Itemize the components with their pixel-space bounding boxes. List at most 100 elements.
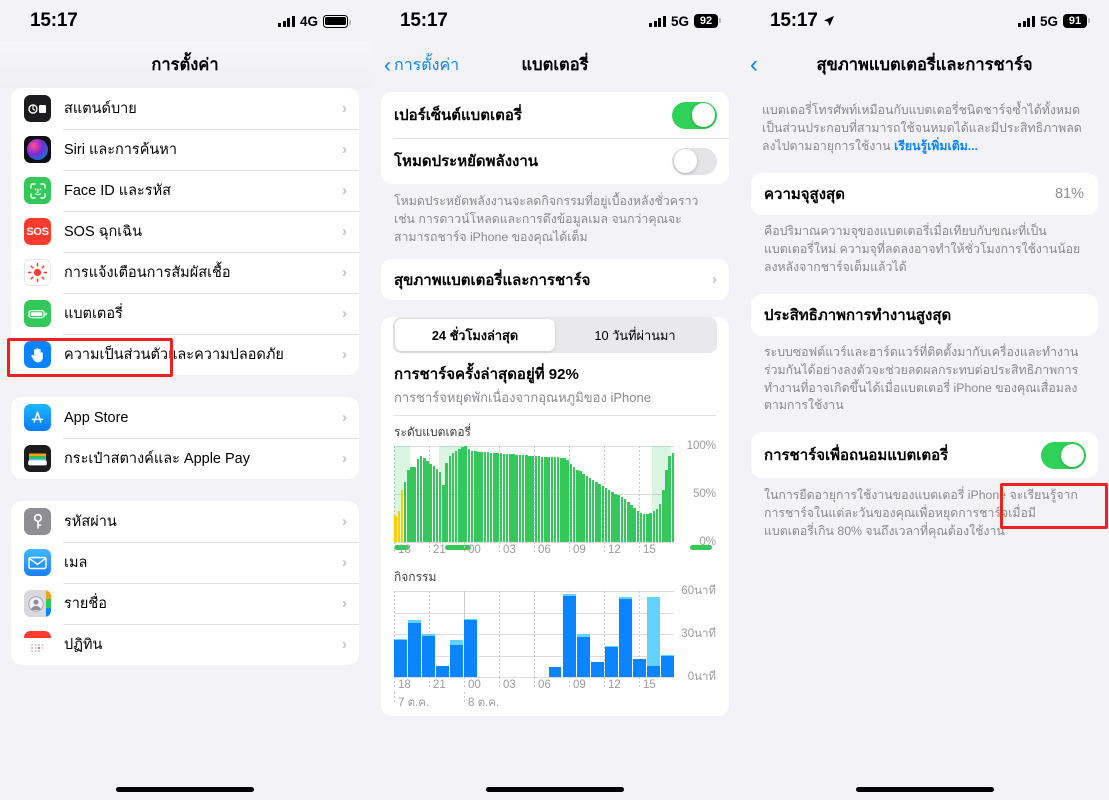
sidebar-item-label: App Store bbox=[64, 409, 129, 426]
network-type-label: 5G bbox=[670, 13, 689, 29]
sidebar-item-app-store[interactable]: App Store › bbox=[11, 397, 359, 438]
battery-level-bar bbox=[534, 456, 538, 543]
battery-health-card: สุขภาพแบตเตอรี่และการชาร์จ › bbox=[381, 259, 729, 301]
status-bar-1: 15:17 4G bbox=[0, 0, 370, 42]
battery-level-bar bbox=[400, 489, 404, 543]
peak-performance-card: ประสิทธิภาพการทำงานสูงสุด bbox=[751, 293, 1098, 336]
x-tick-label: 15 bbox=[643, 544, 656, 557]
activity-bar bbox=[605, 645, 618, 678]
battery-percentage-label: เปอร์เซ็นต์แบตเตอรี่ bbox=[394, 107, 522, 124]
back-button[interactable]: ‹ การตั้งค่า bbox=[384, 53, 459, 78]
x-tick bbox=[464, 542, 465, 554]
battery-level-bar bbox=[585, 476, 589, 543]
battery-percent-badge: 91 bbox=[1063, 14, 1090, 28]
x-tick-label: 15 bbox=[643, 679, 656, 692]
low-power-mode-footnote: โหมดประหยัดพลังงานจะลดกิจกรรมที่อยู่เบื้… bbox=[394, 194, 699, 244]
low-power-mode-label: โหมดประหยัดพลังงาน bbox=[394, 153, 539, 170]
sidebar-item-sos[interactable]: SOS SOS ฉุกเฉิน › bbox=[11, 211, 359, 252]
low-power-mode-row[interactable]: โหมดประหยัดพลังงาน bbox=[381, 138, 729, 184]
x-tick bbox=[499, 542, 500, 554]
last-charge-title: การชาร์จครั้งล่าสุดอยู่ที่ 92% bbox=[394, 366, 579, 384]
battery-percentage-row[interactable]: เปอร์เซ็นต์แบตเตอรี่ bbox=[381, 92, 729, 138]
sidebar-item-standby[interactable]: สแตนด์บาย › bbox=[11, 88, 359, 129]
battery-level-bar bbox=[474, 451, 477, 543]
sidebar-item-privacy[interactable]: ความเป็นส่วนตัวและความปลอดภัย › bbox=[11, 334, 359, 375]
maximum-capacity-footnote: คือปริมาณความจุของแบตเตอรี่เมื่อเทียบกับ… bbox=[764, 224, 1081, 275]
segment-last-10-days[interactable]: 10 วันที่ผ่านมา bbox=[555, 319, 715, 351]
chevron-right-icon: › bbox=[342, 554, 347, 571]
battery-chart-x-axis: 18 21 00 03 06 09 12 15 bbox=[394, 542, 674, 559]
network-type-label: 4G bbox=[299, 13, 318, 29]
maximum-capacity-row[interactable]: ความจุสูงสุด 81% bbox=[751, 173, 1098, 215]
activity-bar bbox=[619, 597, 632, 678]
y-tick-label: 50% bbox=[692, 488, 716, 501]
activity-bar-screen-on bbox=[577, 637, 590, 678]
activity-bar-screen-on bbox=[619, 598, 632, 678]
battery-level-bar bbox=[410, 466, 413, 543]
sidebar-item-label: แบตเตอรี่ bbox=[64, 306, 123, 322]
sidebar-item-mail[interactable]: เมล › bbox=[11, 542, 359, 583]
battery-percent-badge: 92 bbox=[694, 14, 721, 28]
sidebar-item-label: การแจ้งเตือนการสัมผัสเชื้อ bbox=[64, 265, 231, 281]
back-button[interactable]: ‹ bbox=[750, 53, 758, 77]
last-charge-header: การชาร์จครั้งล่าสุดอยู่ที่ 92% การชาร์จห… bbox=[381, 353, 729, 408]
siri-icon bbox=[24, 136, 51, 163]
y-tick-label: 30นาที bbox=[681, 628, 716, 641]
activity-chart-label: กิจกรรม bbox=[394, 570, 437, 585]
activity-chart-date-axis: 7 ต.ค. 8 ต.ค. bbox=[394, 692, 674, 710]
learn-more-link[interactable]: เรียนรู้เพิ่มเติม... bbox=[894, 139, 978, 153]
sidebar-item-label: ปฏิทิน bbox=[64, 637, 103, 653]
x-tick bbox=[429, 677, 430, 689]
optimized-charging-row[interactable]: การชาร์จเพื่อถนอมแบตเตอรี่ bbox=[751, 432, 1098, 478]
battery-level-bar bbox=[458, 449, 461, 543]
x-tick bbox=[429, 542, 430, 554]
sidebar-item-wallet[interactable]: กระเป๋าสตางค์และ Apple Pay › bbox=[11, 438, 359, 479]
sidebar-item-battery[interactable]: แบตเตอรี่ › bbox=[11, 293, 359, 334]
x-tick-label: 06 bbox=[538, 544, 551, 557]
battery-level-bar bbox=[560, 458, 563, 543]
activity-bar bbox=[464, 618, 477, 678]
activity-bar-screen-on bbox=[562, 595, 576, 678]
battery-level-bar bbox=[642, 513, 646, 543]
battery-percentage-toggle[interactable] bbox=[672, 101, 717, 129]
time-range-segmented-control[interactable]: 24 ชั่วโมงล่าสุด 10 วันที่ผ่านมา bbox=[393, 317, 717, 354]
sidebar-item-calendar[interactable]: ปฏิทิน › bbox=[11, 624, 359, 665]
exposure-notification-icon bbox=[24, 259, 51, 286]
maximum-capacity-card: ความจุสูงสุด 81% bbox=[751, 173, 1098, 216]
peak-performance-row[interactable]: ประสิทธิภาพการทำงานสูงสุด bbox=[751, 294, 1098, 336]
battery-level-bar bbox=[403, 482, 407, 543]
battery-level-bar bbox=[633, 507, 636, 543]
x-tick bbox=[534, 542, 535, 554]
low-power-mode-toggle[interactable] bbox=[672, 147, 717, 175]
sidebar-item-exposure-notifications[interactable]: การแจ้งเตือนการสัมผัสเชื้อ › bbox=[11, 252, 359, 293]
x-tick-label: 21 bbox=[433, 679, 446, 692]
sidebar-item-passwords[interactable]: รหัสผ่าน › bbox=[11, 501, 359, 542]
battery-level-bar bbox=[639, 512, 643, 543]
status-time: 15:17 bbox=[770, 10, 818, 31]
y-tick-label: 60นาที bbox=[681, 585, 716, 598]
battery-level-bar bbox=[671, 453, 675, 543]
sidebar-item-faceid[interactable]: Face ID และรหัส › bbox=[11, 170, 359, 211]
segment-last-24-hours[interactable]: 24 ชั่วโมงล่าสุด bbox=[395, 319, 555, 352]
sidebar-item-siri[interactable]: Siri และการค้นหา › bbox=[11, 129, 359, 170]
battery-icon bbox=[24, 300, 51, 327]
battery-level-bar bbox=[598, 483, 601, 543]
battery-toggles-card: เปอร์เซ็นต์แบตเตอรี่ โหมดประหยัดพลังงาน bbox=[381, 92, 729, 184]
battery-level-bar bbox=[611, 491, 614, 543]
battery-level-bar bbox=[426, 460, 429, 543]
chevron-left-icon: ‹ bbox=[750, 51, 758, 78]
battery-level-bar bbox=[480, 452, 483, 543]
status-indicators: 5G 91 bbox=[1018, 14, 1090, 29]
battery-level-bar bbox=[544, 457, 547, 543]
battery-level-bar bbox=[407, 469, 410, 543]
battery-level-bar bbox=[525, 455, 528, 543]
battery-level-bar bbox=[576, 469, 579, 543]
chevron-right-icon: › bbox=[342, 409, 347, 426]
x-tick bbox=[534, 677, 535, 689]
optimized-charging-toggle[interactable] bbox=[1041, 441, 1086, 469]
sidebar-item-contacts[interactable]: รายชื่อ › bbox=[11, 583, 359, 624]
signal-bars-icon bbox=[278, 15, 295, 27]
settings-group-1: สแตนด์บาย › Siri และการค้นหา › Face ID แ… bbox=[11, 88, 359, 375]
battery-level-bar bbox=[442, 484, 445, 543]
battery-health-row[interactable]: สุขภาพแบตเตอรี่และการชาร์จ › bbox=[381, 259, 729, 300]
